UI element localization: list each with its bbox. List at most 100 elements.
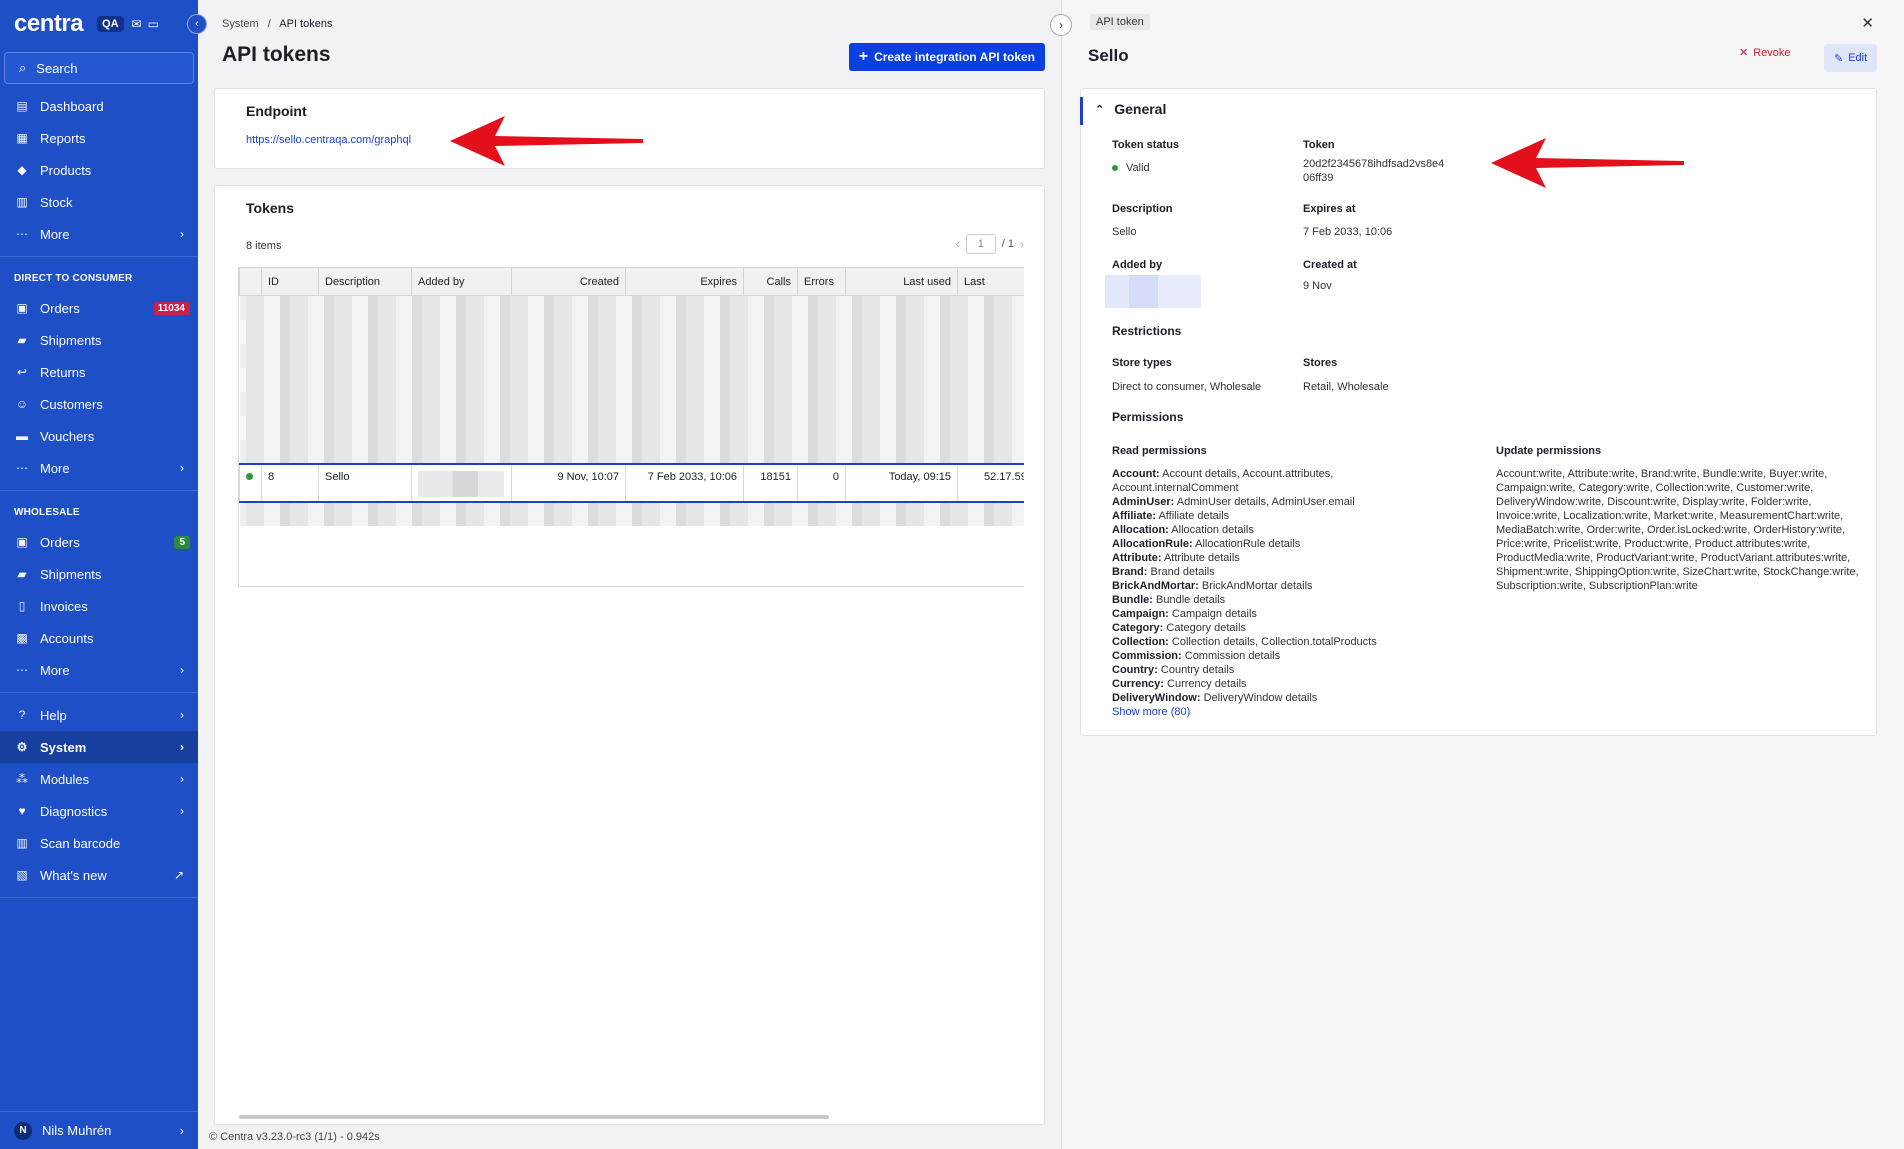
page-input[interactable] bbox=[965, 234, 996, 254]
panel-tag: API token bbox=[1090, 14, 1150, 30]
heart-icon: ♥ bbox=[18, 804, 26, 818]
table-row-redacted[interactable] bbox=[239, 367, 1024, 392]
nav-ws-accounts[interactable]: ▩ Accounts bbox=[0, 622, 198, 654]
permission-item: DeliveryWindow: DeliveryWindow details bbox=[1112, 692, 1318, 704]
nav-system[interactable]: ⚙ System › bbox=[0, 731, 198, 763]
table-row-redacted[interactable] bbox=[239, 343, 1024, 368]
invoice-icon: ▯ bbox=[18, 599, 26, 613]
dots-icon: ⋯ bbox=[16, 663, 28, 677]
table-row-redacted[interactable] bbox=[239, 439, 1024, 464]
col-calls[interactable]: Calls bbox=[743, 267, 798, 296]
read-permissions-label: Read permissions bbox=[1112, 445, 1207, 457]
nav-dtc-shipments[interactable]: ▰ Shipments bbox=[0, 324, 198, 356]
nav-help[interactable]: ? Help › bbox=[0, 699, 198, 731]
chevron-left-icon: ‹ bbox=[195, 18, 199, 30]
nav-whats-new[interactable]: ▧ What's new ↗ bbox=[0, 859, 198, 891]
cell-calls: 18151 bbox=[743, 462, 798, 503]
voucher-icon: ▬ bbox=[16, 429, 28, 443]
col-id[interactable]: ID bbox=[261, 267, 319, 296]
pencil-icon: ✎ bbox=[1834, 52, 1844, 65]
search-box[interactable]: ⌕ bbox=[4, 52, 194, 84]
orders-count-badge: 11034 bbox=[152, 301, 190, 315]
col-description[interactable]: Description bbox=[318, 267, 412, 296]
nav-stock[interactable]: ▥ Stock bbox=[0, 186, 198, 218]
created-value: 9 Nov bbox=[1303, 280, 1332, 292]
dots-icon: ⋯ bbox=[16, 227, 28, 241]
table-header: ID Description Added by Created Expires … bbox=[239, 267, 1024, 296]
panel-title: Sello bbox=[1088, 46, 1129, 65]
col-last-used[interactable]: Last used bbox=[845, 267, 958, 296]
redacted-content bbox=[245, 296, 1024, 320]
nav-dtc-returns[interactable]: ↩ Returns bbox=[0, 356, 198, 388]
next-page-icon[interactable]: › bbox=[1020, 237, 1024, 251]
permission-item: Attribute: Attribute details bbox=[1112, 552, 1240, 564]
nav-ws-invoices[interactable]: ▯ Invoices bbox=[0, 590, 198, 622]
total-pages: / 1 bbox=[1001, 238, 1014, 250]
external-link-icon: ↗ bbox=[173, 868, 184, 882]
nav-modules[interactable]: ⁂ Modules › bbox=[0, 763, 198, 795]
nav-dtc-customers[interactable]: ☺ Customers bbox=[0, 388, 198, 420]
table-row-redacted[interactable] bbox=[239, 501, 1024, 526]
barcode-icon: ▥ bbox=[16, 836, 28, 850]
close-icon[interactable]: ✕ bbox=[1861, 14, 1874, 32]
nav-reports[interactable]: ▦ Reports bbox=[0, 122, 198, 154]
mail-icon[interactable]: ✉ bbox=[132, 17, 142, 31]
create-api-token-button[interactable]: + Create integration API token bbox=[848, 43, 1045, 71]
cell-id: 8 bbox=[261, 462, 319, 503]
nav-ws-shipments[interactable]: ▰ Shipments bbox=[0, 558, 198, 590]
collapse-sidebar-button[interactable]: ‹ bbox=[187, 14, 207, 34]
nav-diagnostics[interactable]: ♥ Diagnostics › bbox=[0, 795, 198, 827]
table-row-redacted[interactable] bbox=[239, 391, 1024, 416]
nav-dtc-orders[interactable]: ▣ Orders 11034 bbox=[0, 292, 198, 324]
search-input[interactable] bbox=[36, 60, 177, 76]
redacted-added-by bbox=[1105, 275, 1201, 308]
user-menu[interactable]: N Nils Muhrén › bbox=[0, 1111, 198, 1149]
table-row-redacted[interactable] bbox=[239, 319, 1024, 344]
chevron-right-icon: › bbox=[180, 804, 184, 818]
centra-logo[interactable]: centra bbox=[14, 10, 84, 38]
col-added-by[interactable]: Added by bbox=[411, 267, 512, 296]
revoke-button[interactable]: ✕ Revoke bbox=[1739, 46, 1791, 60]
truck-icon: ▰ bbox=[17, 567, 27, 581]
chevron-right-icon: › bbox=[1059, 18, 1063, 32]
nav-more-top[interactable]: ⋯ More › bbox=[0, 218, 198, 250]
nav-products[interactable]: ◆ Products bbox=[0, 154, 198, 186]
nav-ws-more[interactable]: ⋯ More › bbox=[0, 654, 198, 686]
token-label: Token bbox=[1303, 139, 1335, 151]
col-expires[interactable]: Expires bbox=[625, 267, 744, 296]
edit-button[interactable]: ✎ Edit bbox=[1824, 44, 1878, 72]
nav-scan-barcode[interactable]: ▥ Scan barcode bbox=[0, 827, 198, 859]
chevron-right-icon: › bbox=[180, 740, 184, 754]
card-icon[interactable]: ▭ bbox=[148, 17, 159, 31]
endpoint-title: Endpoint bbox=[246, 103, 307, 119]
table-row-redacted[interactable] bbox=[239, 295, 1024, 320]
redacted-content bbox=[245, 439, 1024, 463]
expand-panel-button[interactable]: › bbox=[1050, 14, 1072, 36]
chevron-right-icon: › bbox=[180, 663, 184, 677]
general-section-toggle[interactable]: ⌃ General bbox=[1095, 101, 1166, 117]
col-last[interactable]: Last bbox=[957, 267, 1024, 296]
breadcrumb-system[interactable]: System bbox=[222, 18, 259, 30]
col-errors[interactable]: Errors bbox=[797, 267, 846, 296]
nav-dashboard[interactable]: ▤ Dashboard bbox=[0, 90, 198, 122]
show-more-link[interactable]: Show more (80) bbox=[1112, 705, 1412, 719]
permission-item: Category: Category details bbox=[1112, 622, 1246, 634]
nav-dtc-more[interactable]: ⋯ More › bbox=[0, 452, 198, 484]
table-row-selected[interactable]: 8 Sello 9 Nov, 10:07 7 Feb 2033, 10:06 1… bbox=[239, 462, 1024, 503]
nav-dtc-vouchers[interactable]: ▬ Vouchers bbox=[0, 420, 198, 452]
gift-icon: ▧ bbox=[16, 868, 28, 882]
endpoint-url-link[interactable]: https://sello.centraqa.com/graphql bbox=[246, 134, 411, 146]
prev-page-icon[interactable]: ‹ bbox=[956, 237, 960, 251]
nav-ws-orders[interactable]: ▣ Orders 5 bbox=[0, 526, 198, 558]
token-status-label: Token status bbox=[1112, 139, 1180, 151]
horizontal-scrollbar[interactable] bbox=[239, 1115, 829, 1119]
pagination: ‹ / 1 › bbox=[956, 234, 1024, 254]
redacted-content bbox=[245, 367, 1024, 392]
search-icon: ⌕ bbox=[19, 60, 27, 75]
table-row-redacted[interactable] bbox=[239, 415, 1024, 440]
breadcrumb-current: API tokens bbox=[279, 18, 333, 30]
tokens-table: ID Description Added by Created Expires … bbox=[238, 267, 1024, 587]
logo-row: centra QA ✉ ▭ ‹ bbox=[0, 0, 207, 48]
col-created[interactable]: Created bbox=[511, 267, 626, 296]
cell-created: 9 Nov, 10:07 bbox=[511, 462, 626, 503]
